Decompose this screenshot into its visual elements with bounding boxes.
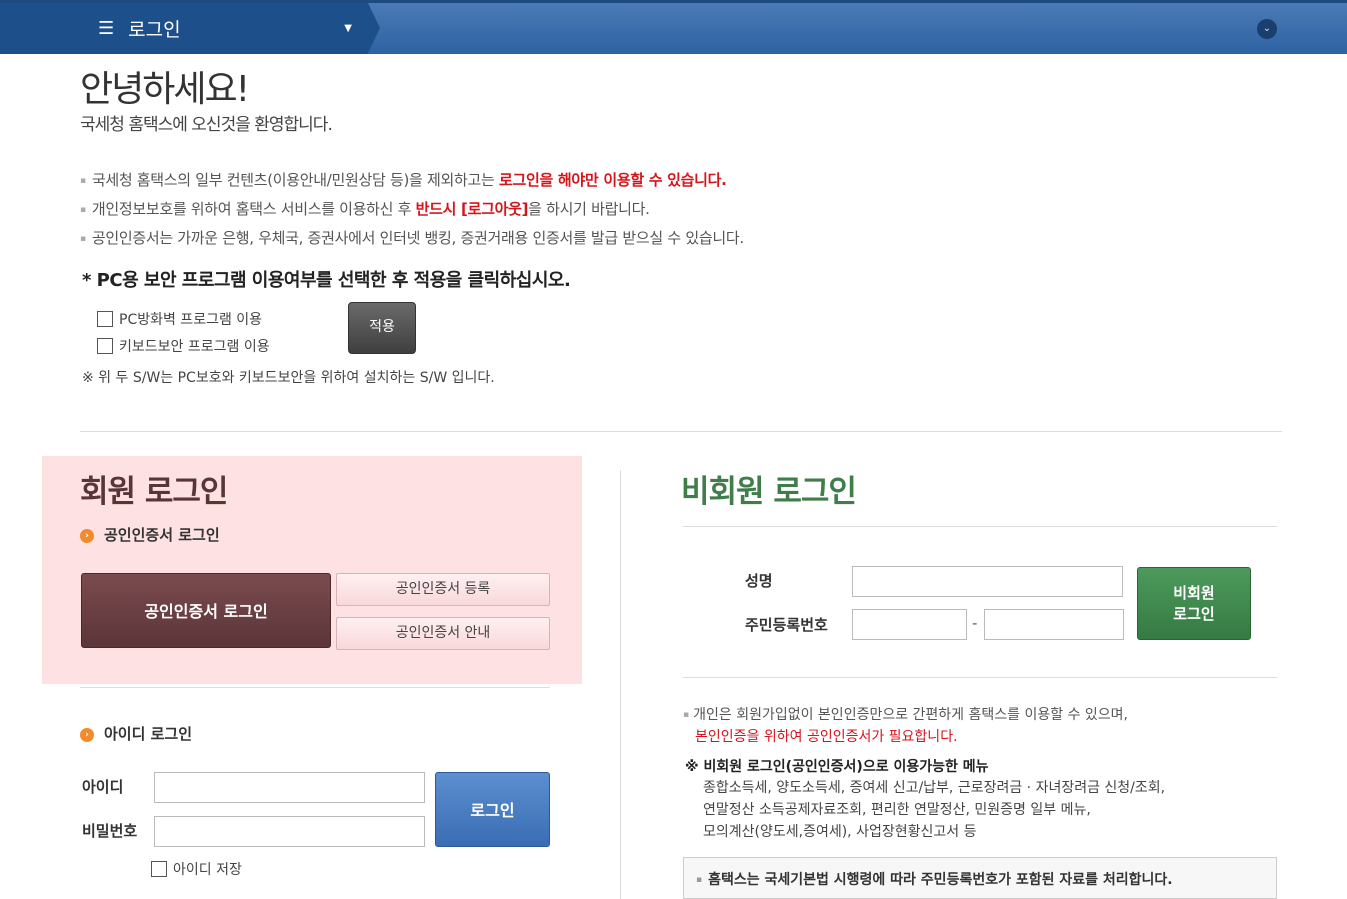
column-divider	[620, 470, 621, 899]
notice-item: 공인인증서는 가까운 은행, 우체국, 증권사에서 인터넷 뱅킹, 증권거래용 …	[80, 228, 744, 257]
top-navigation-bar: ☰ 로그인 ▼ ⌄	[0, 0, 1347, 54]
nonmember-menu-title: ※ 비회원 로그인(공인인증서)으로 이용가능한 메뉴	[685, 759, 989, 775]
security-note: ※ 위 두 S/W는 PC보호와 키보드보안을 위하여 설치하는 S/W 입니다…	[82, 370, 495, 386]
keyboard-security-checkbox[interactable]	[97, 338, 113, 354]
id-login-heading: › 아이디 로그인	[80, 723, 192, 744]
nonmember-login-button[interactable]: 비회원 로그인	[1137, 567, 1251, 640]
orange-bullet-icon: ›	[80, 528, 94, 543]
password-input[interactable]	[154, 816, 425, 847]
login-button[interactable]: 로그인	[435, 772, 550, 847]
firewall-label: PC방화벽 프로그램 이용	[119, 312, 263, 328]
notice-item: 개인정보보호를 위하여 홈택스 서비스를 이용하신 후 반드시 [로그아웃]을 …	[80, 199, 744, 228]
save-id-label: 아이디 저장	[173, 862, 242, 878]
firewall-option[interactable]: PC방화벽 프로그램 이용	[97, 309, 262, 329]
name-label: 성명	[745, 572, 773, 590]
topbar-left-cap	[0, 3, 82, 54]
greeting-subtitle: 국세청 홈택스에 오신것을 환영합니다.	[80, 115, 333, 135]
cert-register-button[interactable]: 공인인증서 등록	[336, 573, 550, 606]
nonmember-login-title: 비회원 로그인	[681, 474, 857, 510]
rrn-processing-notice: 홈택스는 국세기본법 시행령에 따라 주민등록번호가 포함된 자료를 처리합니다…	[683, 857, 1277, 899]
firewall-checkbox[interactable]	[97, 311, 113, 327]
id-label: 아이디	[82, 778, 124, 796]
cert-guide-button[interactable]: 공인인증서 안내	[336, 617, 550, 650]
rrn-dash: -	[972, 614, 978, 632]
menu-title: 로그인	[128, 19, 181, 41]
name-input[interactable]	[852, 566, 1123, 597]
member-login-title: 회원 로그인	[80, 474, 228, 510]
menu-dropdown[interactable]: ☰ 로그인 ▼	[82, 3, 380, 54]
security-program-title: * PC용 보안 프로그램 이용여부를 선택한 후 적용을 클릭하십시오.	[82, 270, 571, 291]
rrn-back-input[interactable]	[984, 609, 1124, 640]
caret-down-icon: ▼	[344, 23, 352, 34]
nonmember-divider-bottom	[683, 677, 1277, 678]
rrn-label: 주민등록번호	[745, 616, 828, 634]
nonmember-note: ▪ 개인은 회원가입없이 본인인증만으로 간편하게 홈택스를 이용할 수 있으며,…	[683, 707, 1128, 745]
section-divider	[80, 431, 1282, 432]
apply-button[interactable]: 적용	[348, 302, 416, 354]
chevron-down-icon[interactable]: ⌄	[1257, 19, 1277, 39]
password-label: 비밀번호	[82, 822, 138, 840]
save-id-checkbox[interactable]	[151, 861, 167, 877]
id-input[interactable]	[154, 772, 425, 803]
greeting-title: 안녕하세요!	[80, 69, 250, 110]
hamburger-icon: ☰	[98, 18, 115, 39]
cert-login-heading: › 공인인증서 로그인	[80, 524, 220, 545]
notice-item: 국세청 홈택스의 일부 컨텐츠(이용안내/민원상담 등)을 제외하고는 로그인을…	[80, 170, 744, 199]
nonmember-menu-list: 종합소득세, 양도소득세, 증여세 신고/납부, 근로장려금 · 자녀장려금 신…	[703, 780, 1166, 840]
keyboard-security-label: 키보드보안 프로그램 이용	[119, 339, 270, 355]
save-id-option[interactable]: 아이디 저장	[151, 859, 242, 879]
member-divider	[80, 687, 550, 688]
keyboard-security-option[interactable]: 키보드보안 프로그램 이용	[97, 336, 270, 356]
cert-login-button[interactable]: 공인인증서 로그인	[81, 573, 331, 648]
orange-bullet-icon: ›	[80, 727, 94, 742]
rrn-front-input[interactable]	[852, 609, 967, 640]
nonmember-divider-top	[683, 526, 1277, 527]
notice-list: 국세청 홈택스의 일부 컨텐츠(이용안내/민원상담 등)을 제외하고는 로그인을…	[80, 170, 744, 257]
